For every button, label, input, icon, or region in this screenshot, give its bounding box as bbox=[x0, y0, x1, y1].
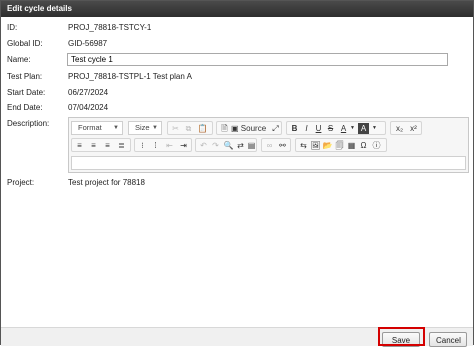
global-id-label: Global ID: bbox=[7, 39, 43, 48]
save-highlight-box bbox=[378, 327, 425, 346]
template-icon[interactable]: 🗐 bbox=[334, 140, 345, 151]
background-color-button[interactable]: A bbox=[358, 123, 369, 134]
align-left-icon[interactable]: ≡ bbox=[74, 140, 85, 151]
replace-icon[interactable]: ⇄ bbox=[235, 140, 246, 151]
basic-styles-group: B I U S A ▼ A ▼ bbox=[286, 121, 386, 135]
bulleted-list-icon[interactable]: ⁞ bbox=[150, 140, 161, 151]
folder-icon[interactable]: 📂 bbox=[322, 140, 333, 151]
global-id-value: GID-56987 bbox=[68, 39, 108, 48]
list-group: ⁝ ⁞ ⇤ ⇥ bbox=[134, 138, 192, 152]
link-icon[interactable]: ∞ bbox=[264, 140, 275, 151]
italic-button[interactable]: I bbox=[301, 123, 312, 134]
outdent-icon[interactable]: ⇤ bbox=[164, 140, 175, 151]
find-icon[interactable]: 🔍 bbox=[223, 140, 234, 151]
superscript-button[interactable]: x² bbox=[407, 123, 420, 134]
editor-toolbar-row-2: ≡ ≡ ≡ ≣ ⁝ ⁞ ⇤ ⇥ ↶ ↷ 🔍 ⇄ ▤ ∞ ⚯ ⇆ 🖼 📂 🗐 ▦ … bbox=[71, 138, 468, 152]
info-icon[interactable]: ⓘ bbox=[371, 140, 382, 151]
copy-icon[interactable]: ⧉ bbox=[183, 123, 194, 134]
cut-icon[interactable]: ✂ bbox=[170, 123, 181, 134]
id-label: ID: bbox=[7, 23, 18, 32]
insert-group: ⇆ 🖼 📂 🗐 ▦ Ω ⓘ bbox=[295, 138, 387, 152]
source-group: 🗎 ▣ Source ⤢ bbox=[216, 121, 282, 135]
maximize-icon[interactable]: ⤢ bbox=[270, 123, 281, 134]
edit-cycle-dialog: Edit cycle details ID: PROJ_78818-TSTCY-… bbox=[0, 0, 474, 347]
numbered-list-icon[interactable]: ⁝ bbox=[137, 140, 148, 151]
source-button[interactable]: ▣ Source bbox=[231, 123, 269, 134]
description-label: Description: bbox=[7, 119, 50, 128]
align-right-icon[interactable]: ≡ bbox=[102, 140, 113, 151]
link-group: ∞ ⚯ bbox=[261, 138, 291, 152]
chevron-down-icon: ▼ bbox=[152, 125, 158, 131]
description-editor: Format ▼ Size ▼ ✂ ⧉ 📋 🗎 ▣ Source ⤢ B I U bbox=[68, 117, 469, 173]
description-text-area[interactable] bbox=[71, 156, 466, 170]
image-icon[interactable]: 🖼 bbox=[310, 140, 321, 151]
size-dropdown-label: Size bbox=[135, 123, 150, 132]
end-date-value: 07/04/2024 bbox=[68, 103, 109, 112]
id-value: PROJ_78818-TSTCY-1 bbox=[68, 23, 152, 32]
size-dropdown[interactable]: Size ▼ bbox=[128, 121, 162, 135]
special-char-icon[interactable]: Ω bbox=[358, 140, 369, 151]
source-label: Source bbox=[240, 124, 267, 133]
editor-toolbar-row-1: Format ▼ Size ▼ ✂ ⧉ 📋 🗎 ▣ Source ⤢ B I U bbox=[71, 121, 468, 135]
subscript-button[interactable]: x₂ bbox=[393, 123, 406, 134]
document-icon[interactable]: 🗎 bbox=[219, 123, 230, 134]
start-date-value: 06/27/2024 bbox=[68, 88, 109, 97]
start-date-label: Start Date: bbox=[7, 88, 46, 97]
script-group: x₂ x² bbox=[390, 121, 422, 135]
chevron-down-icon: ▼ bbox=[113, 125, 119, 131]
name-label: Name: bbox=[7, 55, 31, 64]
test-plan-value: PROJ_78818-TSTPL-1 Test plan A bbox=[68, 72, 192, 81]
dialog-title: Edit cycle details bbox=[1, 1, 473, 17]
strikethrough-button[interactable]: S bbox=[325, 123, 336, 134]
redo-icon[interactable]: ↷ bbox=[210, 140, 221, 151]
embed-icon[interactable]: ⇆ bbox=[298, 140, 309, 151]
undo-find-group: ↶ ↷ 🔍 ⇄ ▤ bbox=[195, 138, 257, 152]
end-date-label: End Date: bbox=[7, 103, 43, 112]
align-center-icon[interactable]: ≡ bbox=[88, 140, 99, 151]
alignment-group: ≡ ≡ ≡ ≣ bbox=[71, 138, 131, 152]
test-plan-label: Test Plan: bbox=[7, 72, 43, 81]
source-icon: ▣ bbox=[231, 124, 239, 133]
clipboard-group: ✂ ⧉ 📋 bbox=[167, 121, 213, 135]
select-all-icon[interactable]: ▤ bbox=[246, 140, 257, 151]
chevron-down-icon[interactable]: ▼ bbox=[369, 123, 380, 134]
paste-icon[interactable]: 📋 bbox=[197, 123, 208, 134]
chevron-down-icon[interactable]: ▼ bbox=[347, 123, 358, 134]
unlink-icon[interactable]: ⚯ bbox=[277, 140, 288, 151]
project-label: Project: bbox=[7, 178, 35, 187]
bold-button[interactable]: B bbox=[289, 123, 300, 134]
indent-icon[interactable]: ⇥ bbox=[178, 140, 189, 151]
project-value: Test project for 78818 bbox=[68, 178, 145, 187]
undo-icon[interactable]: ↶ bbox=[198, 140, 209, 151]
underline-button[interactable]: U bbox=[313, 123, 324, 134]
table-icon[interactable]: ▦ bbox=[346, 140, 357, 151]
name-input[interactable] bbox=[67, 53, 448, 66]
format-dropdown-label: Format bbox=[78, 123, 102, 132]
align-justify-icon[interactable]: ≣ bbox=[116, 140, 127, 151]
format-dropdown[interactable]: Format ▼ bbox=[71, 121, 123, 135]
